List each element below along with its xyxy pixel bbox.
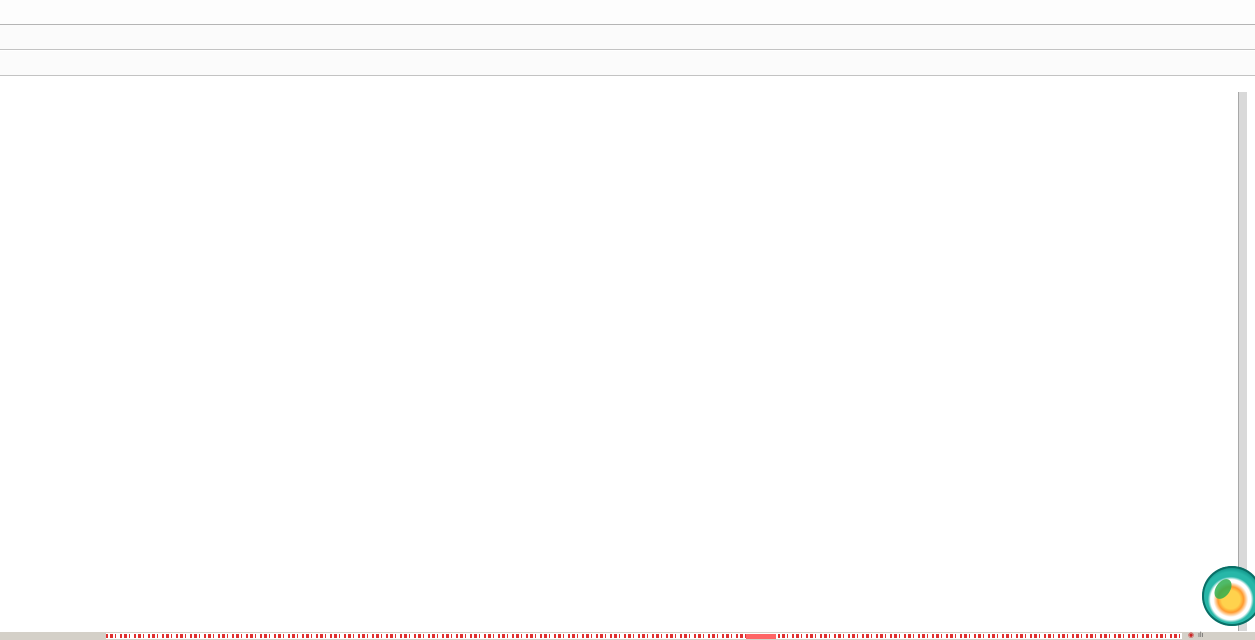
ticker-highlight <box>746 634 776 639</box>
ticker-status-icon: ◉ <box>1188 632 1194 640</box>
main-toolbar <box>0 25 1255 50</box>
winner-logo[interactable] <box>1202 566 1255 626</box>
news-ticker-bar[interactable]: ◉ ılı <box>0 632 1255 640</box>
ticker-signal-icon: ılı <box>1198 632 1203 640</box>
kline-chart[interactable] <box>0 0 1255 640</box>
menubar <box>0 0 1255 25</box>
chart-right-scrollbar[interactable] <box>1238 92 1247 631</box>
drawing-toolbar <box>0 51 1255 76</box>
ticker-text-area <box>106 633 1182 639</box>
app-window: ◉ ılı <box>0 0 1255 640</box>
